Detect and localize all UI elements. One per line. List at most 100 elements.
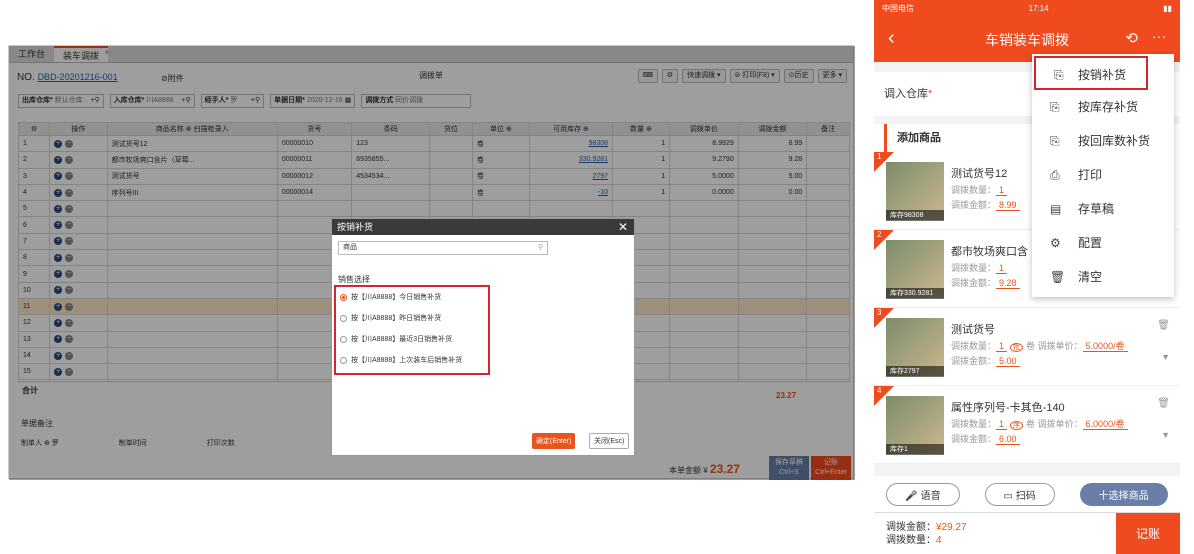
restock-icon: ⎘ [1050, 134, 1060, 148]
menu-label: 按库存补货 [1078, 100, 1139, 114]
draft-icon: ▤ [1050, 202, 1062, 216]
qty-value[interactable]: 1 [996, 419, 1008, 430]
radio-icon [340, 314, 347, 322]
restock-icon: ⎘ [1050, 100, 1060, 114]
footer-qty-value: 4 [936, 535, 942, 546]
restock-dialog: 按销补货 ✕ 商品 ⚲ 销售选择 按【川A8888】今日销售补货 按【川A8888】… [331, 218, 635, 456]
menu-clear[interactable]: 🗑 清空 [1032, 260, 1174, 294]
search-icon: ⚲ [537, 244, 543, 251]
desktop-window: 工作台 装车调拨 × NO. DBD-20201216-001 ⊘附件 调拨单 ⌨… [8, 45, 855, 480]
close-button[interactable]: 关闭(Esc) [589, 433, 630, 449]
footer-qty: 调拨数量：4 [886, 531, 942, 546]
sales-options: 按【川A8888】今日销售补货 按【川A8888】昨日销售补货 按【川A8888… [334, 285, 490, 375]
product-name: 测试货号 [951, 324, 995, 336]
action-bar: 🎤 语音 ▭ 扫码 十选择商品 [874, 476, 1180, 512]
menu-label: 打印 [1078, 168, 1103, 182]
menu-label: 按回库数补货 [1078, 134, 1151, 148]
select-goods-button[interactable]: 十选择商品 [1079, 482, 1168, 506]
index-number: 2 [877, 230, 882, 239]
confirm-button[interactable]: 确定(Enter) [532, 433, 576, 449]
stock-label: 库存98308 [886, 210, 944, 221]
menu-label: 按销补货 [1078, 68, 1127, 82]
amt-label: 调拨金额： [951, 356, 997, 366]
amt-label: 调拨金额： [951, 434, 997, 444]
qty-value[interactable]: 1 [996, 341, 1008, 352]
stock-label: 库存330.9281 [886, 288, 944, 299]
index-number: 4 [877, 386, 882, 395]
menu-config[interactable]: ⚙ 配置 [1032, 226, 1174, 260]
option-label: 按【川A8888】今日销售补货 [351, 294, 442, 301]
product-name: 都市牧场爽口含 [951, 246, 1028, 258]
unit-price-value[interactable]: 6.0000/卷 [1082, 419, 1128, 430]
carrier: 中国电信 [882, 4, 914, 13]
dialog-title: 按销补货 [337, 222, 374, 232]
tag-badge: 序 [1010, 421, 1024, 430]
stock-label: 库存1 [886, 444, 944, 455]
more-icon[interactable]: ··· [1152, 28, 1166, 44]
amt-value[interactable]: 8.99 [996, 200, 1020, 211]
amt-value[interactable]: 9.28 [996, 278, 1020, 289]
tag-badge: 批 [1010, 343, 1024, 352]
battery-icon: ▮▮ [1163, 4, 1172, 13]
menu-print[interactable]: ⎙ 打印 [1032, 158, 1174, 192]
chevron-down-icon[interactable]: ▼ [1161, 352, 1170, 362]
amt-value[interactable]: 6.00 [996, 434, 1020, 445]
chevron-down-icon[interactable]: ▼ [1161, 430, 1170, 440]
unit-price-label: 卷 调拨单价： [1026, 341, 1083, 351]
phone-screen: 中国电信 17:14 ▮▮ ‹ 车销装车调拨 ⟲ ··· 调入仓库* 添加商品 1库… [874, 0, 1180, 554]
radio-icon [340, 356, 347, 364]
menu-label: 存草稿 [1078, 202, 1115, 216]
menu-restock-by-sales[interactable]: ⎘ 按销补货 [1034, 56, 1148, 90]
status-bar: 中国电信 17:14 ▮▮ [874, 0, 1180, 17]
more-menu: ⎘ 按销补货 ⎘ 按库存补货 ⎘ 按回库数补货 ⎙ 打印 ▤ 存草稿 ⚙ 配置 🗑 清空 [1032, 54, 1174, 297]
menu-label: 配置 [1078, 236, 1103, 250]
menu-restock-by-return[interactable]: ⎘ 按回库数补货 [1032, 124, 1174, 158]
dialog-header: 按销补货 ✕ [332, 219, 634, 235]
qty-value[interactable]: 1 [996, 263, 1008, 274]
printer-icon: ⎙ [1050, 168, 1060, 182]
sales-select-label: 销售选择 [338, 275, 370, 284]
amt-value[interactable]: 5.00 [996, 356, 1020, 367]
list-item[interactable]: 4 库存1 属性序列号-卡其色-140 调拨数量： 1 序卷 调拨单价： 6.0000/卷调… [874, 386, 1180, 464]
voice-button[interactable]: 🎤 语音 [886, 482, 960, 506]
radio-icon [340, 335, 347, 343]
trash-icon[interactable]: 🗑 [1157, 398, 1170, 409]
scan-label: 扫码 [1015, 490, 1036, 502]
trash-icon: 🗑 [1050, 270, 1066, 284]
close-icon[interactable]: ✕ [618, 219, 628, 235]
qty-label: 调拨数量： [951, 419, 997, 429]
footer-qty-label: 调拨数量： [886, 535, 936, 546]
option-yesterday[interactable]: 按【川A8888】昨日销售补货 [336, 308, 488, 329]
footer: 调拨金额：¥29.27 调拨数量：4 记账 [874, 512, 1180, 554]
history-icon[interactable]: ⟲ [1125, 29, 1138, 47]
restock-icon: ⎘ [1054, 68, 1064, 82]
index-number: 3 [877, 308, 882, 317]
menu-save-draft[interactable]: ▤ 存草稿 [1032, 192, 1174, 226]
list-item[interactable]: 3 库存2797 测试货号 调拨数量： 1 批卷 调拨单价： 5.0000/卷 调拨金额： 5.… [874, 308, 1180, 386]
option-label: 按【川A8888】最近3日销售补货 [351, 336, 453, 343]
scan-button[interactable]: ▭ 扫码 [984, 482, 1055, 506]
amt-label: 调拨金额： [951, 200, 997, 210]
stock-label: 库存2797 [886, 366, 944, 377]
qty-label: 调拨数量： [951, 185, 997, 195]
unit-price-value[interactable]: 5.0000/卷 [1082, 341, 1128, 352]
product-search-input[interactable]: 商品 ⚲ [338, 241, 548, 255]
amt-label: 调拨金额： [951, 278, 997, 288]
account-button[interactable]: 记账 [1116, 513, 1180, 554]
option-last-load[interactable]: 按【川A8888】上次装车后销售补货 [336, 350, 488, 371]
option-3days[interactable]: 按【川A8888】最近3日销售补货 [336, 329, 488, 350]
qty-value[interactable]: 1 [996, 185, 1008, 196]
clock: 17:14 [1028, 4, 1049, 13]
index-number: 1 [877, 152, 882, 161]
voice-label: 语音 [920, 490, 941, 502]
menu-restock-by-stock[interactable]: ⎘ 按库存补货 [1032, 90, 1174, 124]
product-name: 属性序列号-卡其色-140 [951, 402, 1065, 414]
search-placeholder: 商品 [343, 244, 357, 251]
option-label: 按【川A8888】上次装车后销售补货 [351, 357, 463, 364]
option-today[interactable]: 按【川A8888】今日销售补货 [336, 287, 488, 308]
product-name: 测试货号12 [951, 168, 1008, 180]
gear-icon: ⚙ [1050, 236, 1061, 250]
radio-icon [340, 293, 347, 301]
qty-label: 调拨数量： [951, 263, 997, 273]
trash-icon[interactable]: 🗑 [1157, 320, 1170, 331]
